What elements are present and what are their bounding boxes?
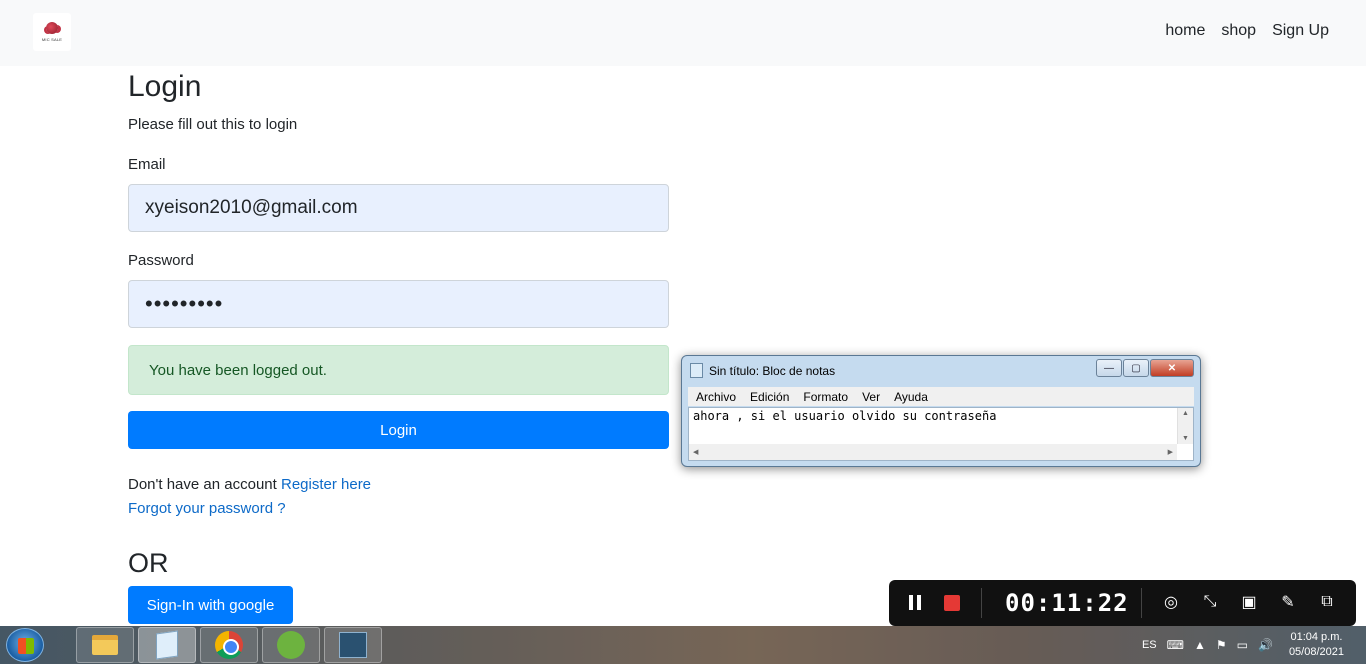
minimize-button[interactable]: — — [1096, 359, 1122, 377]
menu-edicion[interactable]: Edición — [750, 390, 789, 404]
keyboard-icon[interactable]: ⌨ — [1167, 638, 1184, 652]
taskbar: ES ⌨ ▲ ⚑ ▭ 🔊 01:04 p.m. 05/08/2021 — [0, 626, 1366, 664]
scroll-up-icon[interactable]: ▲ — [1182, 410, 1189, 417]
menu-archivo[interactable]: Archivo — [696, 390, 736, 404]
flag-icon[interactable]: ⚑ — [1216, 638, 1227, 652]
recording-timer: 00:11:22 — [1005, 589, 1129, 617]
email-field[interactable]: xyeison2010@gmail.com — [128, 184, 669, 232]
google-signin-button[interactable]: Sign-In with google — [128, 586, 293, 624]
password-label: Password — [128, 252, 194, 269]
camera-icon[interactable]: ▣ — [1239, 592, 1259, 612]
tray-expand-icon[interactable]: ▲ — [1194, 638, 1206, 652]
language-indicator[interactable]: ES — [1142, 639, 1157, 651]
clock-time: 01:04 p.m. — [1290, 631, 1343, 643]
taskbar-file-explorer[interactable] — [76, 627, 134, 663]
logo-text: MIC SALE — [41, 37, 63, 42]
system-tray: ES ⌨ ▲ ⚑ ▭ 🔊 01:04 p.m. 05/08/2021 — [1142, 626, 1366, 664]
network-icon[interactable]: ▭ — [1237, 638, 1248, 652]
notepad-icon — [690, 363, 703, 378]
taskbar-chrome[interactable] — [200, 627, 258, 663]
stop-icon[interactable] — [944, 595, 960, 611]
menu-ayuda[interactable]: Ayuda — [894, 390, 928, 404]
window-controls: — ▢ ✕ — [1096, 359, 1194, 377]
logout-alert: You have been logged out. — [128, 345, 669, 395]
menu-formato[interactable]: Formato — [803, 390, 848, 404]
folder-icon — [92, 635, 118, 655]
register-link[interactable]: Register here — [281, 476, 371, 493]
divider — [1141, 588, 1142, 618]
volume-icon[interactable]: 🔊 — [1258, 638, 1273, 652]
forgot-password-link[interactable]: Forgot your password ? — [128, 500, 286, 517]
vertical-scrollbar[interactable]: ▲ ▼ — [1177, 408, 1193, 444]
horizontal-scrollbar[interactable]: ◀ ▶ — [689, 444, 1177, 460]
notepad-titlebar[interactable]: Sin título: Bloc de notas — [690, 363, 835, 378]
nav-link-home[interactable]: home — [1165, 22, 1205, 40]
notepad-title: Sin título: Bloc de notas — [709, 363, 836, 378]
login-button[interactable]: Login — [128, 411, 669, 449]
notepad-text-area[interactable]: ahora , si el usuario olvido su contrase… — [688, 407, 1194, 461]
navbar: MIC SALE home shop Sign Up — [0, 0, 1366, 66]
clock[interactable]: 01:04 p.m. 05/08/2021 — [1289, 630, 1344, 660]
password-field[interactable]: ••••••••• — [128, 280, 669, 328]
email-label: Email — [128, 156, 166, 173]
logo-mark — [46, 22, 58, 34]
pause-icon[interactable] — [909, 595, 921, 610]
page-title: Login — [128, 70, 202, 103]
brand-logo[interactable]: MIC SALE — [33, 13, 71, 51]
no-account-text: Don't have an account — [128, 476, 277, 493]
nav-links: home shop Sign Up — [1165, 22, 1329, 40]
notepad-app-icon — [156, 630, 178, 660]
scroll-down-icon[interactable]: ▼ — [1182, 435, 1189, 442]
notepad-menubar: Archivo Edición Formato Ver Ayuda — [688, 387, 1194, 406]
or-divider: OR — [128, 548, 169, 578]
windows-logo-icon — [18, 638, 34, 654]
scroll-left-icon[interactable]: ◀ — [693, 448, 698, 456]
close-button[interactable]: ✕ — [1150, 359, 1194, 377]
scroll-right-icon[interactable]: ▶ — [1168, 448, 1173, 456]
mysql-dolphin-icon — [339, 632, 367, 658]
collapse-icon[interactable]: ⤡ — [1200, 592, 1220, 612]
recorder-actions: ◎ ⤡ ▣ ✎ ⧉ — [1161, 592, 1337, 612]
screenshot-region-icon[interactable]: ◎ — [1161, 592, 1181, 612]
nav-link-sign-up[interactable]: Sign Up — [1272, 22, 1329, 40]
start-button[interactable] — [6, 628, 44, 662]
chrome-icon — [215, 631, 243, 659]
page-subtitle: Please fill out this to login — [128, 116, 298, 133]
window-icon[interactable]: ⧉ — [1317, 592, 1337, 612]
taskbar-spring[interactable] — [262, 627, 320, 663]
register-line: Don't have an account Register here — [128, 476, 371, 493]
taskbar-mysql[interactable] — [324, 627, 382, 663]
menu-ver[interactable]: Ver — [862, 390, 880, 404]
notepad-window[interactable]: Sin título: Bloc de notas — ▢ ✕ Archivo … — [681, 355, 1201, 467]
maximize-button[interactable]: ▢ — [1123, 359, 1149, 377]
clock-date: 05/08/2021 — [1288, 646, 1344, 658]
divider — [981, 588, 982, 618]
taskbar-notepad[interactable] — [138, 627, 196, 663]
nav-link-shop[interactable]: shop — [1221, 22, 1256, 40]
spring-icon — [277, 631, 305, 659]
pen-icon[interactable]: ✎ — [1278, 592, 1298, 612]
recorder-toolbar: 00:11:22 ◎ ⤡ ▣ ✎ ⧉ — [889, 580, 1356, 626]
notepad-content: ahora , si el usuario olvido su contrase… — [693, 409, 997, 423]
